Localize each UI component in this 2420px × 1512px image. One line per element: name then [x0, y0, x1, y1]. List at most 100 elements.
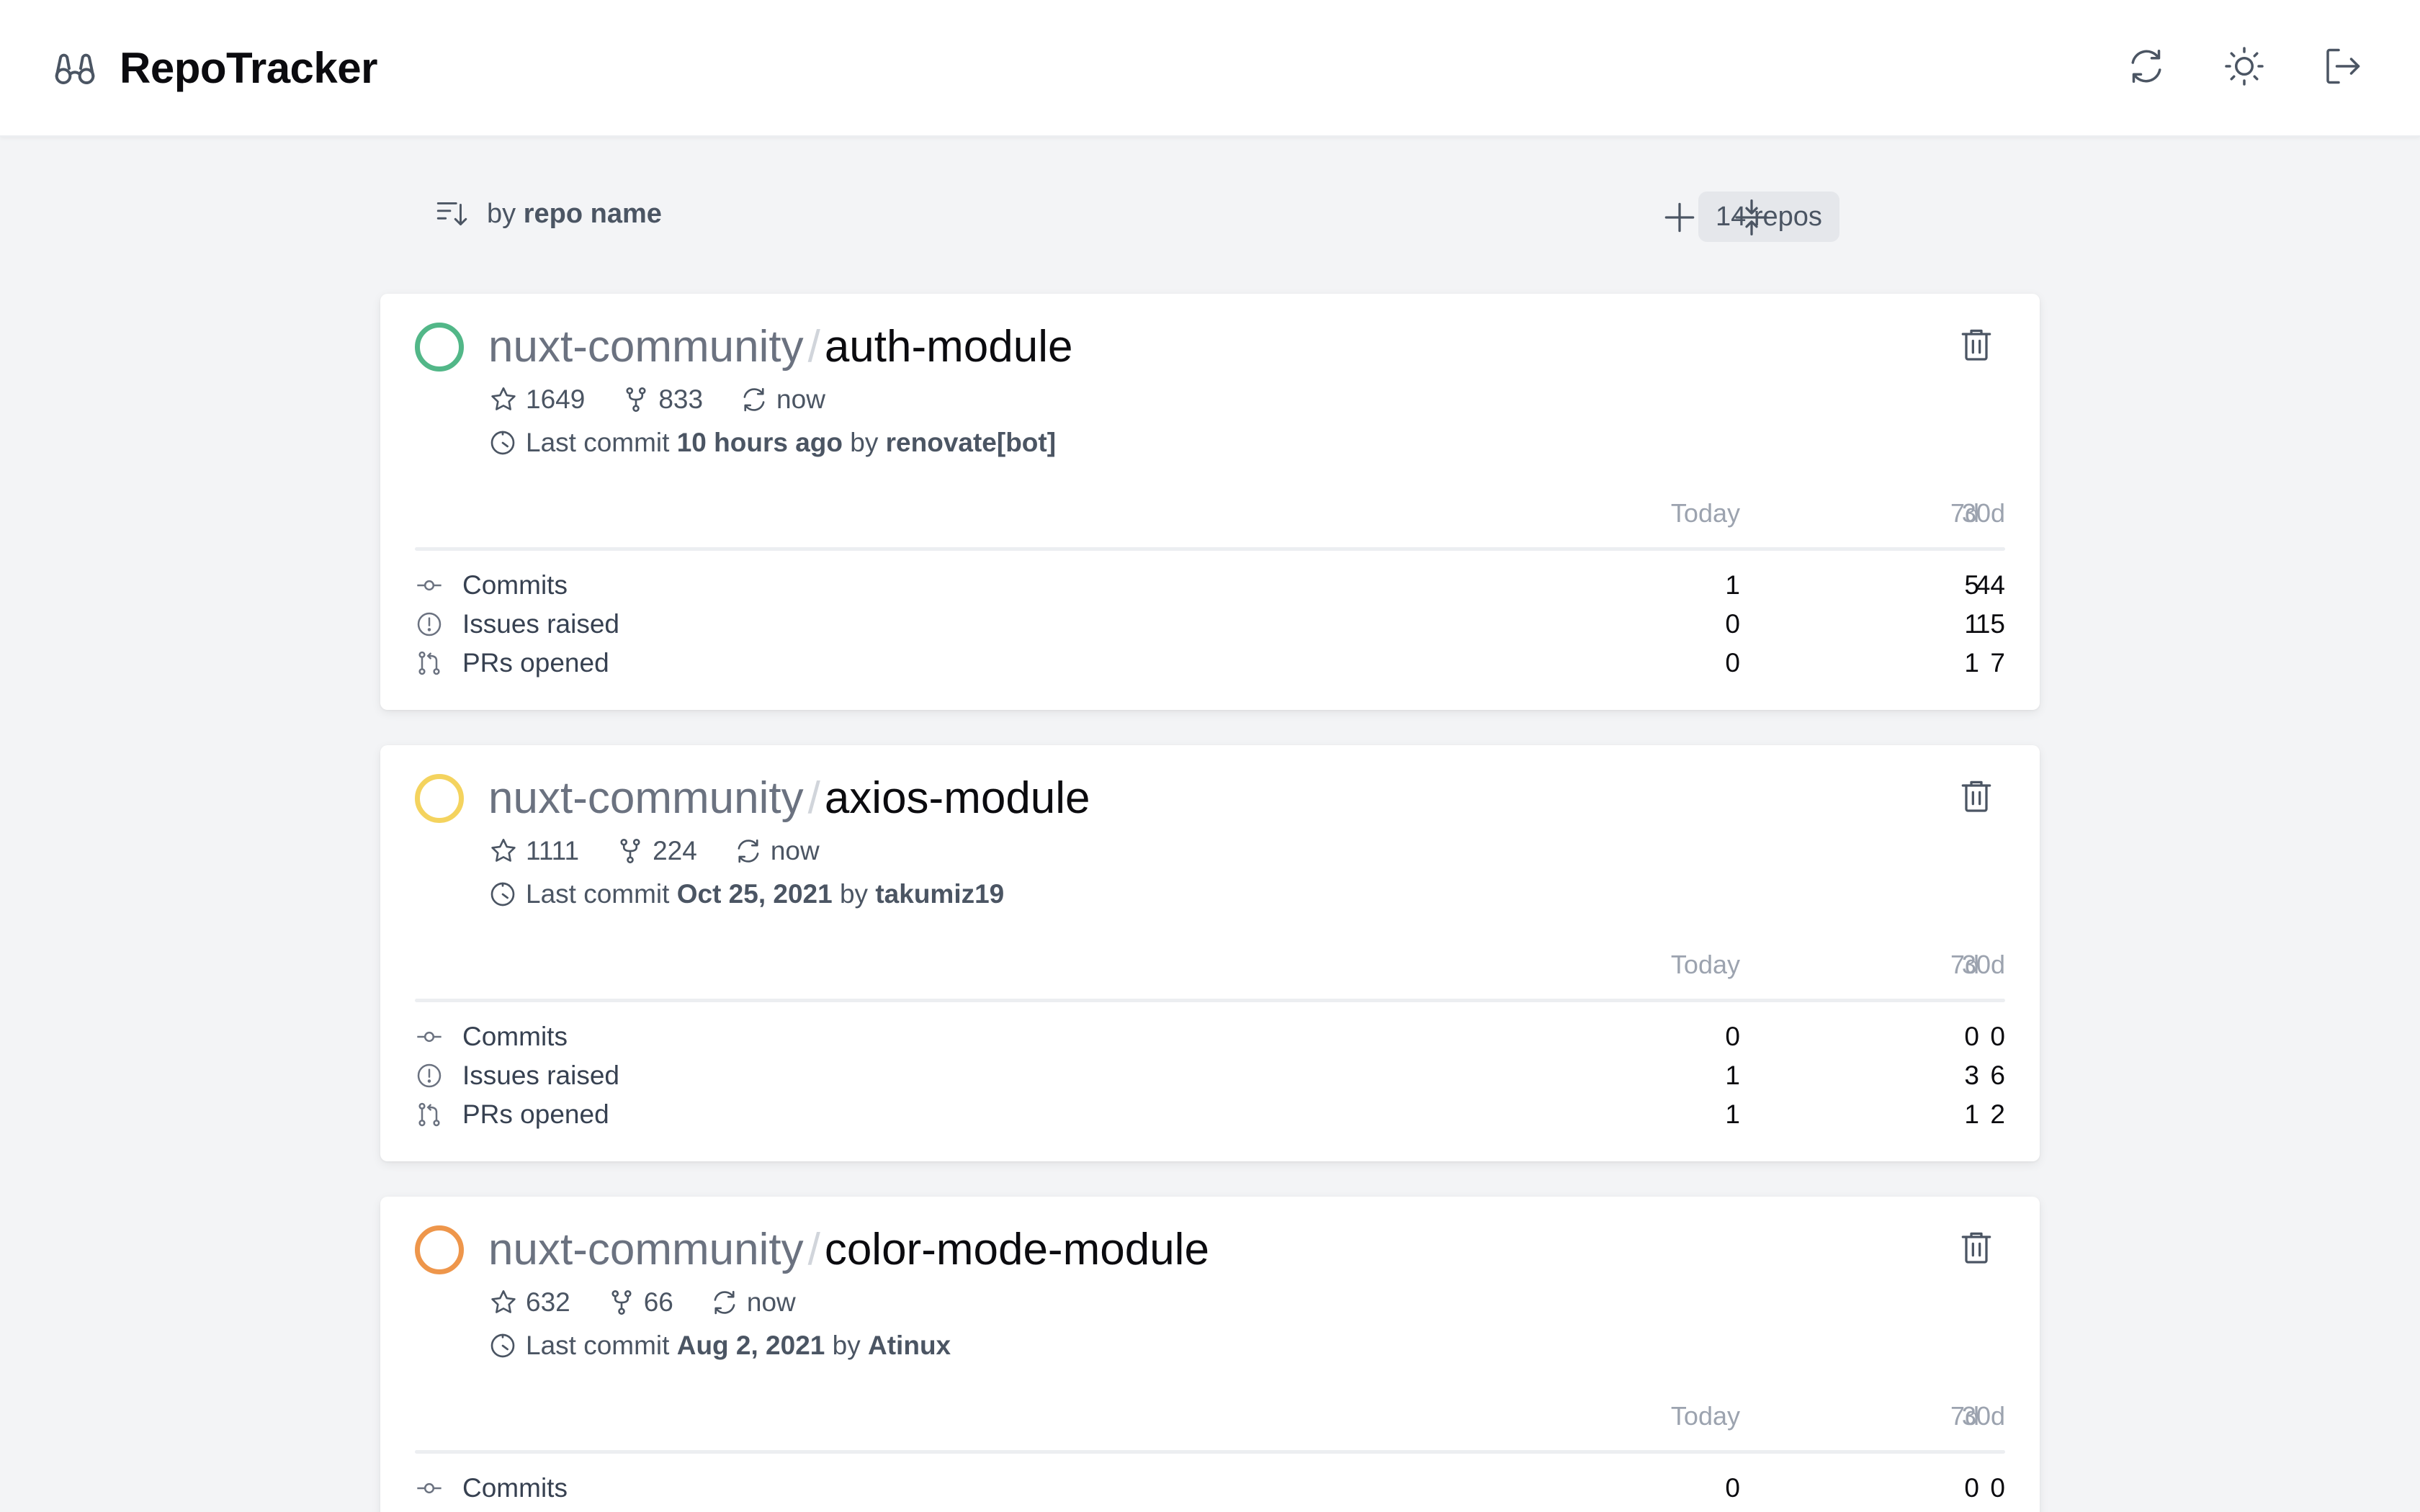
app-title: RepoTracker: [120, 44, 378, 92]
fork-icon: [620, 838, 640, 864]
sync-time: now: [746, 1287, 796, 1317]
refresh-icon: [738, 839, 759, 863]
stars-count: 1649: [526, 384, 586, 414]
stat-value-30d: 2: [1990, 1099, 2005, 1129]
stat-label: Issues raised: [415, 1061, 619, 1091]
commit-icon: [417, 1482, 442, 1494]
refresh-button[interactable]: [2123, 43, 2169, 89]
commits-row: Commits 0 0 0: [415, 1473, 2005, 1512]
last-commit-author[interactable]: renovate[bot]: [886, 428, 1056, 458]
stat-label: Commits: [415, 1022, 568, 1052]
stats-divider: [415, 1450, 2005, 1454]
stat-label-text: Issues raised: [462, 609, 619, 639]
brand[interactable]: RepoTracker: [52, 43, 378, 93]
stars-stat: 1649: [488, 384, 585, 415]
repo-meta: 632 66 now: [488, 1287, 832, 1318]
sync-stat[interactable]: now: [709, 1287, 796, 1318]
issue-icon: [417, 1063, 442, 1088]
logout-icon: [2326, 48, 2360, 84]
commit-icon: [417, 1031, 442, 1043]
stat-label: PRs opened: [415, 648, 609, 678]
commits-row: Commits 0 0 0: [415, 1022, 2005, 1061]
collapse-icon: [1735, 199, 1768, 235]
stat-label-text: PRs opened: [462, 1099, 609, 1129]
sun-icon: [2225, 47, 2264, 86]
commits-row: Commits 1 5 44: [415, 570, 2005, 609]
stat-label: Commits: [415, 570, 568, 600]
star-icon: [491, 1290, 516, 1313]
collapse-all-button[interactable]: [1730, 196, 1773, 239]
stat-label: PRs opened: [415, 1099, 609, 1130]
repo-full-name[interactable]: nuxt-community/color-mode-module: [488, 1224, 1209, 1276]
clock-icon: [490, 431, 515, 455]
sort-field: repo name: [523, 198, 662, 229]
last-commit-author[interactable]: takumiz19: [875, 879, 1004, 909]
col-header-today: Today: [1670, 950, 1740, 979]
star-icon: [491, 838, 516, 862]
repo-card: nuxt-community/auth-module 1649 833 now: [380, 294, 2040, 710]
stat-label: Issues raised: [415, 609, 619, 639]
last-commit-time: Aug 2, 2021: [676, 1331, 825, 1360]
forks-stat: 66: [606, 1287, 673, 1318]
trash-icon: [1961, 780, 1991, 812]
forks-count: 66: [643, 1287, 673, 1317]
repo-full-name[interactable]: nuxt-community/auth-module: [488, 321, 1072, 373]
sort-label: by repo name: [487, 198, 662, 229]
refresh-icon: [743, 387, 765, 412]
stat-label-text: Issues raised: [462, 1061, 619, 1090]
repo-name: axios-module: [824, 773, 1090, 823]
delete-repo-button[interactable]: [1956, 324, 1996, 364]
last-commit-author[interactable]: Atinux: [868, 1331, 951, 1361]
repo-owner: nuxt-community: [488, 1225, 804, 1274]
forks-stat: 224: [615, 836, 697, 866]
sort-button[interactable]: by repo name: [434, 196, 662, 232]
col-header-today: Today: [1670, 1401, 1740, 1431]
delete-repo-button[interactable]: [1956, 1227, 1996, 1267]
fork-icon: [626, 387, 646, 413]
repo-name: color-mode-module: [824, 1225, 1209, 1274]
sync-stat[interactable]: now: [739, 384, 825, 415]
last-commit-by: by: [850, 428, 879, 457]
fork-icon: [611, 1290, 632, 1315]
last-commit: Last commit 10 hours ago by renovate[bot…: [488, 428, 1056, 458]
issues-row: Issues raised 1 3 6: [415, 1061, 2005, 1099]
repo-meta: 1111 224 now: [488, 836, 856, 866]
stat-value-today: 0: [1725, 1473, 1740, 1503]
repo-full-name[interactable]: nuxt-community/axios-module: [488, 773, 1090, 824]
stat-value-today: 0: [1725, 648, 1740, 678]
binoculars-icon: [55, 53, 95, 84]
stat-label-text: PRs opened: [462, 648, 609, 678]
stat-value-30d: 15: [1975, 609, 2005, 639]
logout-button[interactable]: [2319, 43, 2365, 89]
stars-stat: 632: [488, 1287, 570, 1318]
stars-count: 632: [526, 1287, 570, 1317]
app-header: RepoTracker: [0, 0, 2420, 137]
last-commit-by: by: [832, 1331, 861, 1360]
last-commit-by: by: [839, 879, 869, 909]
refresh-icon: [714, 1290, 735, 1315]
stats-divider: [415, 999, 2005, 1002]
stat-value-30d: 0: [1990, 1022, 2005, 1051]
pull-request-icon: [418, 651, 440, 675]
col-header-today: Today: [1670, 498, 1740, 528]
last-commit: Last commit Oct 25, 2021 by takumiz19: [488, 879, 1004, 909]
refresh-icon: [2131, 50, 2161, 83]
sync-stat[interactable]: now: [733, 836, 820, 866]
status-indicator: [415, 774, 464, 823]
add-repo-button[interactable]: [1658, 196, 1701, 239]
repo-owner: nuxt-community: [488, 322, 804, 372]
repo-separator: /: [807, 773, 820, 823]
stat-value-today: 0: [1725, 609, 1740, 639]
repo-owner: nuxt-community: [488, 773, 804, 823]
sort-descending-icon: [436, 202, 467, 226]
stat-label: Commits: [415, 1473, 568, 1503]
forks-stat: 833: [621, 384, 703, 415]
last-commit-time: 10 hours ago: [676, 428, 843, 457]
delete-repo-button[interactable]: [1956, 775, 1996, 816]
theme-toggle-button[interactable]: [2221, 43, 2267, 89]
trash-icon: [1961, 1232, 1991, 1264]
stat-label-text: Commits: [462, 1473, 568, 1503]
stat-value-30d: 7: [1990, 648, 2005, 678]
repo-meta: 1649 833 now: [488, 384, 861, 415]
repo-name: auth-module: [824, 322, 1073, 372]
